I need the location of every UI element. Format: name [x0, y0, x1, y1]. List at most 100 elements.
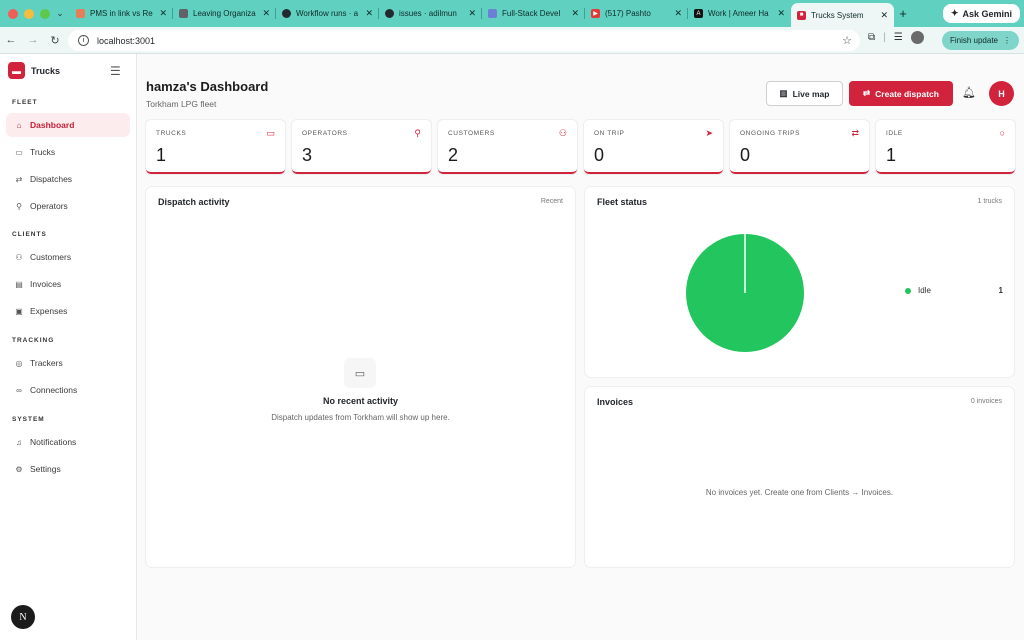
- tab-close-icon[interactable]: ✕: [262, 8, 270, 19]
- create-dispatch-button[interactable]: ⇄ Create dispatch: [849, 81, 953, 106]
- route-icon: ⇄: [15, 174, 23, 184]
- extensions-icon[interactable]: ⧉: [868, 32, 875, 43]
- route-icon: ⇄: [863, 88, 871, 98]
- menu-icon[interactable]: ☰: [110, 64, 121, 78]
- truck-icon: ▭: [344, 358, 376, 388]
- reload-icon[interactable]: ↻: [44, 34, 66, 47]
- stat-card-on-trip[interactable]: ON TRIP ➤ 0: [584, 120, 723, 174]
- user-icon: ⚲: [16, 201, 22, 211]
- truck-favicon-icon: ■: [797, 10, 806, 20]
- live-map-button[interactable]: ▥ Live map: [766, 81, 843, 106]
- ask-gemini-button[interactable]: ✦ Ask Gemini: [942, 4, 1020, 23]
- sidebar-item-expenses[interactable]: ▣ Expenses: [6, 299, 130, 323]
- sidebar: ▬ Trucks ☰ FLEET ⌂ Dashboard ▭ Trucks ⇄ Dis…: [0, 54, 137, 640]
- notifications-bell-icon[interactable]: 🔔︎: [962, 86, 976, 99]
- tab-close-icon[interactable]: ✕: [468, 8, 476, 19]
- page-title: hamza's Dashboard: [146, 79, 269, 94]
- section-title-clients: CLIENTS: [12, 231, 47, 238]
- browser-tab[interactable]: A Work | Ameer Ha ✕: [688, 0, 791, 27]
- empty-state-title: No recent activity: [322, 396, 399, 406]
- stat-card-operators[interactable]: OPERATORS ⚲ 3: [292, 120, 431, 174]
- tab-close-icon[interactable]: ✕: [674, 8, 682, 19]
- gear-icon: ⚙: [15, 464, 23, 474]
- sidebar-item-settings[interactable]: ⚙ Settings: [6, 457, 130, 481]
- home-icon: ⌂: [16, 120, 22, 130]
- forward-icon[interactable]: →: [22, 34, 44, 46]
- back-icon[interactable]: ←: [0, 34, 22, 46]
- close-window-button[interactable]: [8, 8, 18, 19]
- maximize-window-button[interactable]: [40, 8, 50, 19]
- file-icon: ▤: [15, 279, 23, 289]
- tab-favicon-icon: A: [694, 9, 703, 18]
- user-avatar[interactable]: H: [989, 81, 1014, 106]
- bell-icon: ♫: [16, 437, 22, 447]
- tab-close-icon[interactable]: ✕: [777, 8, 785, 19]
- sidebar-item-notifications[interactable]: ♫ Notifications: [6, 430, 130, 454]
- sidebar-item-dispatches[interactable]: ⇄ Dispatches: [6, 167, 130, 191]
- map-icon: ▥: [779, 88, 788, 98]
- users-icon: ⚇: [558, 128, 567, 138]
- new-tab-button[interactable]: +: [894, 6, 912, 21]
- truck-icon: ▭: [266, 128, 275, 138]
- user-icon: ⚲: [414, 128, 421, 138]
- sidebar-item-trucks[interactable]: ▭ Trucks: [6, 140, 130, 164]
- route-icon: ⇄: [851, 128, 859, 138]
- sidebar-item-invoices[interactable]: ▤ Invoices: [6, 272, 130, 296]
- dispatch-activity-panel: Dispatch activity Recent ▭ No recent act…: [146, 187, 575, 567]
- browser-tab[interactable]: ▶ (517) Pashto ✕: [585, 0, 688, 27]
- nextjs-dev-badge[interactable]: N: [11, 605, 35, 629]
- profile-avatar[interactable]: [910, 31, 924, 44]
- invoices-panel: Invoices 0 invoices No invoices yet. Cre…: [585, 387, 1014, 567]
- minimize-window-button[interactable]: [24, 8, 34, 19]
- stat-card-customers[interactable]: CUSTOMERS ⚇ 2: [438, 120, 577, 174]
- sparkle-icon: ✦: [950, 8, 959, 18]
- stat-card-ongoing-trips[interactable]: ONGOING TRIPS ⇄ 0: [730, 120, 869, 174]
- github-icon: [282, 9, 291, 18]
- fleet-status-pie-chart: [686, 234, 804, 352]
- sidebar-item-connections[interactable]: ∞ Connections: [6, 378, 130, 402]
- browser-tab-bar: ⌄ PMS in link vs Re ✕ Leaving Organiza ✕ W…: [0, 0, 1024, 27]
- site-info-icon[interactable]: i: [78, 35, 89, 46]
- youtube-icon: ▶: [591, 9, 600, 18]
- tab-close-icon[interactable]: ✕: [571, 8, 579, 19]
- browser-tab[interactable]: Leaving Organiza ✕: [173, 0, 276, 27]
- tab-search-icon[interactable]: ⌄: [50, 8, 70, 19]
- truck-logo-icon: ▬: [8, 62, 25, 79]
- tab-close-icon[interactable]: ✕: [880, 10, 888, 21]
- reading-list-icon[interactable]: ☰: [894, 32, 903, 43]
- sidebar-item-trackers[interactable]: ◎ Trackers: [6, 351, 130, 375]
- brand[interactable]: ▬ Trucks: [8, 62, 60, 79]
- main-content: hamza's Dashboard Torkham LPG fleet ▥ Liv…: [137, 54, 1024, 640]
- tab-close-icon[interactable]: ✕: [159, 8, 167, 19]
- panel-meta: 1 trucks: [977, 198, 1002, 205]
- sidebar-item-customers[interactable]: ⚇ Customers: [6, 245, 130, 269]
- finish-update-button[interactable]: Finish update ⋮: [941, 31, 1019, 50]
- browser-tab[interactable]: PMS in link vs Re ✕: [70, 0, 173, 27]
- sidebar-item-dashboard[interactable]: ⌂ Dashboard: [6, 113, 130, 137]
- empty-state-description: No invoices yet. Create one from Clients…: [705, 488, 894, 497]
- legend-swatch: [905, 287, 911, 294]
- github-icon: [385, 9, 394, 18]
- tab-close-icon[interactable]: ✕: [365, 8, 373, 19]
- empty-state-description: Dispatch updates from Torkham will show …: [271, 413, 450, 422]
- fleet-status-panel: Fleet status 1 trucks Idle 1: [585, 187, 1014, 377]
- window-controls: [0, 8, 50, 19]
- tab-favicon-icon: [488, 9, 497, 18]
- divider: |: [883, 32, 886, 43]
- browser-tab[interactable]: Full-Stack Devel ✕: [482, 0, 585, 27]
- browser-tab[interactable]: issues · adilmun ✕: [379, 0, 482, 27]
- sidebar-item-operators[interactable]: ⚲ Operators: [6, 194, 130, 218]
- stat-card-idle[interactable]: IDLE ○ 1: [876, 120, 1015, 174]
- url-text: localhost:3001: [97, 35, 156, 46]
- legend-item-idle: Idle 1: [905, 286, 1003, 295]
- browser-tab-active[interactable]: ■ Trucks System ✕: [791, 3, 894, 27]
- bookmark-star-icon[interactable]: ☆: [842, 34, 852, 47]
- browser-tab[interactable]: Workflow runs · a ✕: [276, 0, 379, 27]
- browser-toolbar: ← → ↻ i localhost:3001 ☆ ⧉ | ☰ Finish up…: [0, 27, 1024, 54]
- panel-title: Fleet status: [597, 197, 648, 207]
- stat-card-trucks[interactable]: TRUCKS ▭ 1: [146, 120, 285, 174]
- address-bar[interactable]: i localhost:3001 ☆: [68, 30, 860, 51]
- page-subtitle: Torkham LPG fleet: [146, 99, 217, 109]
- panel-meta: 0 invoices: [970, 398, 1002, 405]
- section-title-system: SYSTEM: [12, 416, 45, 423]
